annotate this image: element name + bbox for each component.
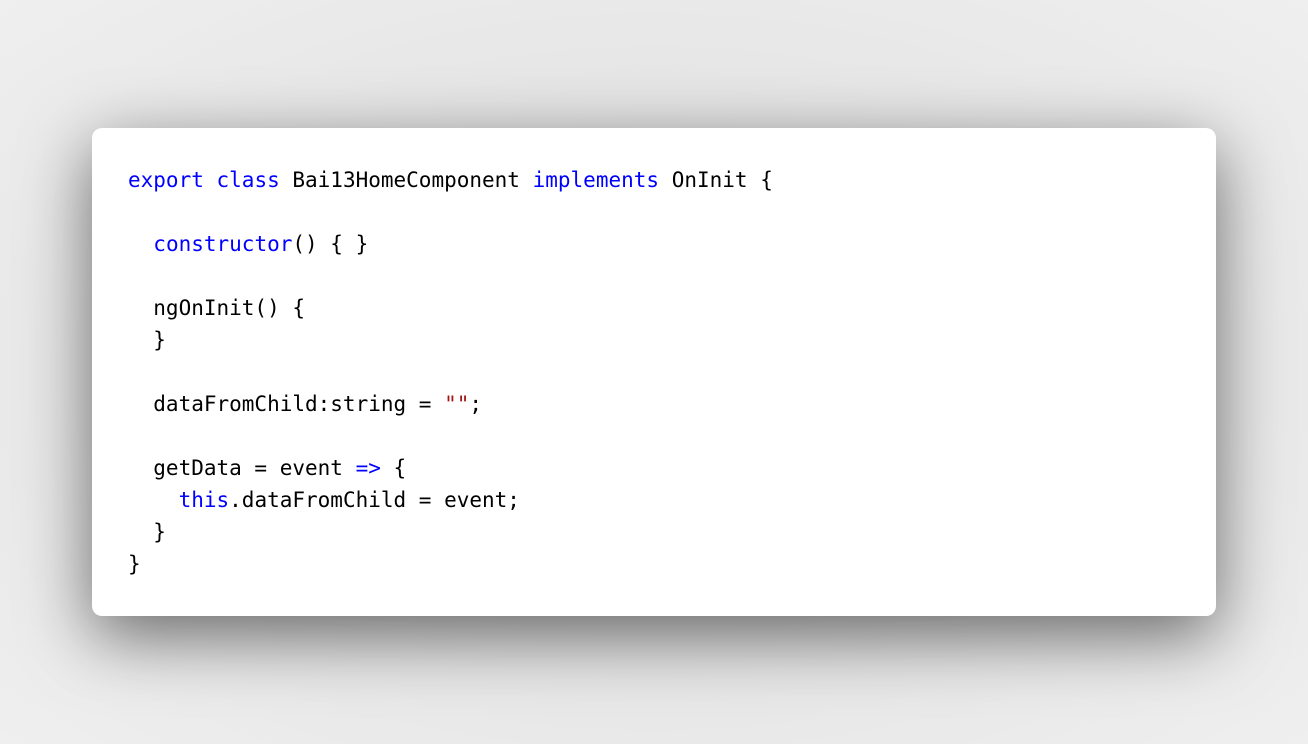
code-line: constructor() { } (128, 228, 773, 260)
code-text: } (128, 520, 166, 544)
code-text: { (380, 456, 407, 480)
code-keyword: this (178, 488, 230, 512)
code-text: ; (469, 392, 483, 416)
code-text: Bai13HomeComponent (279, 168, 533, 192)
code-text: ngOnInit() { (128, 296, 306, 320)
code-keyword: export (128, 168, 204, 192)
code-keyword: => (355, 456, 381, 480)
code-text: getData = event (128, 456, 356, 480)
code-block: export class Bai13HomeComponent implemen… (128, 164, 773, 580)
code-line: getData = event => { (128, 452, 773, 484)
code-keyword: constructor (153, 232, 293, 256)
code-line: } (128, 324, 773, 356)
code-keyword: implements (532, 168, 660, 192)
code-text: .dataFromChild = event; (229, 488, 520, 512)
code-text: dataFromChild:string = (128, 392, 445, 416)
code-line: dataFromChild:string = ""; (128, 388, 773, 420)
code-text: () { } (292, 232, 369, 256)
code-string: "" (444, 392, 470, 416)
code-text: } (128, 328, 166, 352)
code-line: ngOnInit() { (128, 292, 773, 324)
code-text: } (128, 552, 141, 576)
code-text: OnInit { (659, 168, 773, 192)
code-line: } (128, 516, 773, 548)
code-snippet-card: export class Bai13HomeComponent implemen… (92, 128, 1216, 616)
code-line: } (128, 548, 773, 580)
code-keyword: class (216, 168, 280, 192)
code-line: export class Bai13HomeComponent implemen… (128, 164, 773, 196)
code-line: this.dataFromChild = event; (128, 484, 773, 516)
